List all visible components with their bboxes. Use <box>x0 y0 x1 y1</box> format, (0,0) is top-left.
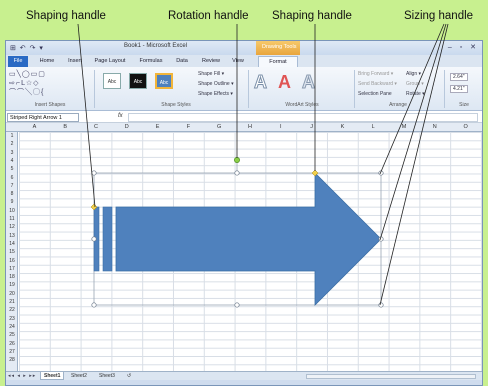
leader-sizing-2 <box>379 23 447 241</box>
leader-sizing-3 <box>379 23 449 306</box>
leader-shaping-left <box>77 23 96 208</box>
callout-lines <box>77 23 449 306</box>
leader-sizing-1 <box>379 23 445 175</box>
